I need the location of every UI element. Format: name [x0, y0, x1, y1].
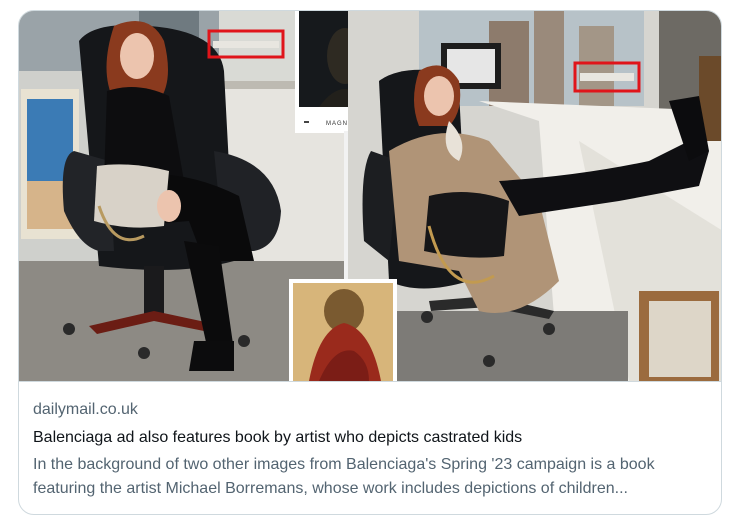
link-preview-card[interactable]: MAGNETICS — [18, 10, 722, 515]
article-description: In the background of two other images fr… — [33, 456, 655, 497]
right-photo — [348, 11, 721, 381]
inset-painting — [289, 279, 397, 381]
campaign-photo-collage: MAGNETICS — [19, 11, 721, 381]
article-image[interactable]: MAGNETICS — [19, 11, 721, 381]
card-text: dailymail.co.uk Balenciaga ad also featu… — [19, 381, 721, 514]
article-title[interactable]: Balenciaga ad also features book by arti… — [33, 427, 709, 449]
source-domain: dailymail.co.uk — [33, 401, 138, 418]
